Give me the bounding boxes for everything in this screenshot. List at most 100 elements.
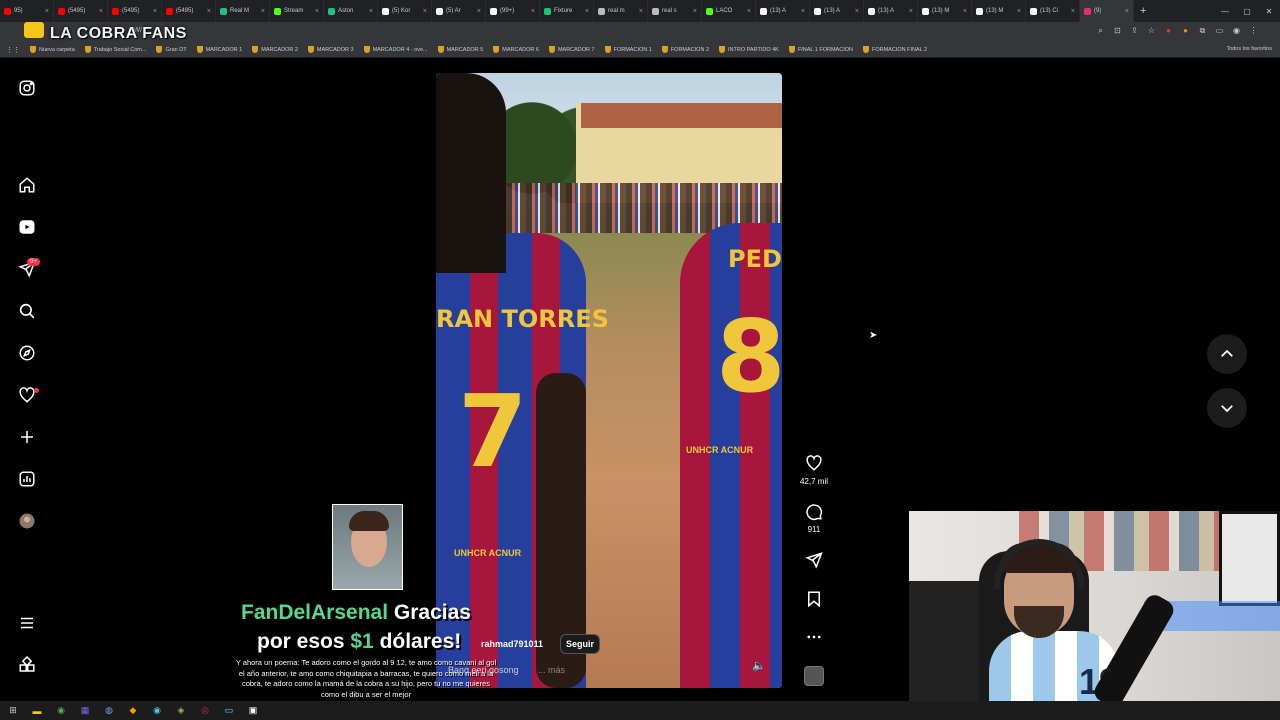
save-icon[interactable] (804, 589, 824, 609)
explore-icon[interactable] (17, 343, 37, 363)
bookmark-item[interactable]: FORMACION 1 (604, 46, 652, 53)
bookmark-item[interactable]: MARCADOR 2 (252, 46, 298, 53)
extension-red-icon[interactable]: ● (1164, 26, 1173, 36)
apps-grid-icon[interactable]: ⋮⋮ (6, 46, 20, 54)
tab-close-icon[interactable]: × (693, 8, 697, 15)
app-icon-7[interactable]: ▭ (222, 704, 236, 718)
maximize-icon[interactable]: ▢ (1236, 0, 1258, 22)
next-reel-button[interactable] (1207, 388, 1247, 428)
browser-tab[interactable]: LACO × (702, 0, 756, 22)
bookmark-item[interactable]: Trabajo Social Com... (84, 46, 146, 53)
tab-close-icon[interactable]: × (99, 8, 103, 15)
profile-avatar[interactable] (17, 511, 37, 531)
reels-icon[interactable] (17, 217, 37, 237)
browser-tab[interactable]: real m × (594, 0, 648, 22)
new-tab-button[interactable]: + (1134, 5, 1152, 17)
sidepanel-icon[interactable]: ▭ (1215, 26, 1224, 36)
tab-close-icon[interactable]: × (261, 8, 265, 15)
tab-close-icon[interactable]: × (639, 8, 643, 15)
browser-menu-icon[interactable]: ⋮ (1249, 26, 1258, 36)
browser-tab[interactable]: (5) Ar × (432, 0, 486, 22)
browser-tab[interactable]: Real M × (216, 0, 270, 22)
tab-close-icon[interactable]: × (153, 8, 157, 15)
bookmark-item[interactable]: MARCADOR 5 (437, 46, 483, 53)
follow-button[interactable]: Seguir (560, 634, 601, 654)
extension-orange-icon[interactable]: ● (1181, 26, 1190, 36)
browser-tab[interactable]: real s × (648, 0, 702, 22)
more-apps-icon[interactable] (17, 655, 37, 675)
app-icon-3[interactable]: ◆ (126, 704, 140, 718)
tab-close-icon[interactable]: × (1017, 8, 1021, 15)
share-reel-icon[interactable] (804, 550, 824, 570)
browser-tab[interactable]: (13) A × (810, 0, 864, 22)
audio-thumbnail[interactable] (804, 666, 824, 686)
tab-close-icon[interactable]: × (747, 8, 751, 15)
install-icon[interactable]: ⊡ (1113, 26, 1122, 36)
bookmark-item[interactable]: INTRO PARTIDO 4K (719, 46, 779, 53)
create-icon[interactable] (17, 427, 37, 447)
tab-close-icon[interactable]: × (45, 8, 49, 15)
tab-close-icon[interactable]: × (315, 8, 319, 15)
tab-close-icon[interactable]: × (531, 8, 535, 15)
browser-tab[interactable]: (13) Ci × (1026, 0, 1080, 22)
browser-tab[interactable]: Aston × (324, 0, 378, 22)
app-icon-1[interactable]: ▦ (78, 704, 92, 718)
tab-close-icon[interactable]: × (477, 8, 481, 15)
browser-tab[interactable]: (13) M × (972, 0, 1026, 22)
browser-tab[interactable]: Stream × (270, 0, 324, 22)
app-icon-2[interactable]: ◍ (102, 704, 116, 718)
browser-tab[interactable]: (5) Kor × (378, 0, 432, 22)
app-icon-6[interactable]: ◎ (198, 704, 212, 718)
tab-close-icon[interactable]: × (909, 8, 913, 15)
menu-icon[interactable] (17, 613, 37, 633)
browser-tab[interactable]: (9) × (1080, 0, 1134, 22)
browser-tab[interactable]: (5495) × (162, 0, 216, 22)
browser-tab[interactable]: (13) M × (918, 0, 972, 22)
bookmark-item[interactable]: MARCADOR 3 (307, 46, 354, 53)
browser-tab[interactable]: (13) A × (864, 0, 918, 22)
bookmark-item[interactable]: Gran DT (156, 46, 187, 53)
tab-close-icon[interactable]: × (1125, 8, 1129, 15)
bookmark-item[interactable]: FORMACION 2 (661, 46, 709, 53)
browser-tab[interactable]: (5495) × (54, 0, 108, 22)
bookmark-star-icon[interactable]: ☆ (1147, 26, 1156, 36)
file-explorer-icon[interactable]: ▬ (30, 704, 44, 718)
more-options-icon[interactable] (804, 627, 824, 647)
extensions-icon[interactable]: ⧉ (1198, 26, 1207, 36)
dashboard-icon[interactable] (17, 469, 37, 489)
share-icon[interactable]: ⇪ (1130, 26, 1139, 36)
windows-start-icon[interactable]: ⊞ (6, 704, 20, 718)
bookmark-item[interactable]: FORMACION FINAL 2 (862, 46, 927, 53)
tab-close-icon[interactable]: × (801, 8, 805, 15)
app-icon-4[interactable]: ◉ (150, 704, 164, 718)
all-bookmarks-link[interactable]: Todos los favoritos (1226, 46, 1272, 52)
bookmark-item[interactable]: MARCADOR 1 (196, 46, 242, 53)
more-link[interactable]: ... más (538, 665, 565, 675)
instagram-icon[interactable] (17, 78, 37, 98)
tab-close-icon[interactable]: × (1071, 8, 1075, 15)
tab-close-icon[interactable]: × (585, 8, 589, 15)
browser-tab[interactable]: 95) × (0, 0, 54, 22)
browser-tab[interactable]: (99+) × (486, 0, 540, 22)
tab-close-icon[interactable]: × (369, 8, 373, 15)
volume-icon[interactable]: 🔈 (752, 659, 766, 672)
zoom-icon[interactable]: ⌕ (1096, 26, 1105, 36)
bookmark-item[interactable]: FINAL 1 FORMACION (788, 46, 853, 53)
previous-reel-button[interactable] (1207, 334, 1247, 374)
bookmark-item[interactable]: MARCADOR 7 (548, 46, 595, 53)
bookmark-item[interactable]: Nueva carpeta (30, 46, 75, 53)
browser-tab[interactable]: (13) A × (756, 0, 810, 22)
app-icon-8[interactable]: ▣ (246, 704, 260, 718)
bookmark-item[interactable]: MARCADOR 4 - ove... (363, 46, 428, 53)
tab-close-icon[interactable]: × (423, 8, 427, 15)
profile-icon[interactable]: ◉ (1232, 26, 1241, 36)
like-icon[interactable] (804, 453, 824, 473)
home-icon[interactable] (17, 175, 37, 195)
author-username[interactable]: rahmad791011 (481, 639, 543, 649)
tab-close-icon[interactable]: × (855, 8, 859, 15)
minimize-icon[interactable]: — (1214, 0, 1236, 22)
close-window-icon[interactable]: ✕ (1258, 0, 1280, 22)
chrome-icon[interactable]: ◉ (54, 704, 68, 718)
comment-icon[interactable] (804, 502, 824, 522)
bookmark-item[interactable]: MARCADOR 6 (493, 46, 539, 53)
